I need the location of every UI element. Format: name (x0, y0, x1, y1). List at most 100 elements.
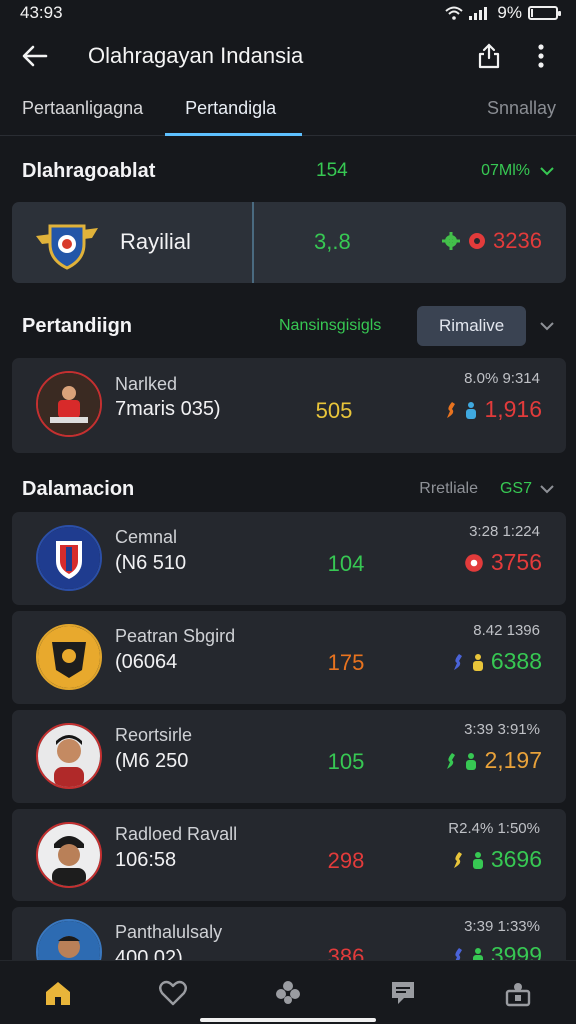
overview-title: Dlahragoablat (22, 159, 156, 182)
matches-header: Pertandiign Nansinsgisigls Rimalive (0, 305, 576, 347)
avatar (36, 525, 102, 591)
ranking-mid-value: 105 (327, 749, 365, 774)
ranking-sub: (06064 (115, 651, 178, 673)
avatar (36, 822, 102, 888)
match-mid-value: 505 (315, 398, 353, 423)
status-bar: 43:93 9% (0, 0, 576, 26)
ranking-right-group: 3756 (463, 549, 542, 576)
matches-title: Pertandiign (22, 314, 133, 337)
overview-header: Dlahragoablat 154 07Ml% (0, 151, 576, 191)
person-icon (466, 752, 477, 770)
ranking-right-group: 3696 (451, 846, 542, 873)
ranking-mid-value: 175 (327, 650, 365, 675)
overview-card[interactable]: Rayilial 3,.8 3236 (12, 202, 566, 283)
battery-icon (528, 6, 561, 20)
chat-icon[interactable] (386, 976, 420, 1010)
ranking-filter[interactable]: Rretliale GS7 (419, 480, 554, 498)
overview-card-name: Rayilial (120, 229, 191, 254)
ranking-filter-value: GS7 (499, 480, 532, 497)
more-vert-icon[interactable] (524, 39, 558, 73)
ranking-meta: 3:28 1:224 (469, 523, 540, 540)
ranking-name: Peatran Sbgird (115, 626, 236, 646)
heart-icon[interactable] (156, 976, 190, 1010)
overview-card-score: 3,.8 (314, 229, 351, 254)
tab-pertandigla[interactable]: Pertandigla (165, 90, 303, 136)
ranking-right-group: 6388 (451, 648, 542, 675)
overview-value: 154 (316, 160, 348, 181)
overview-card-stat-group: 3236 (441, 228, 542, 254)
match-card[interactable]: Narlked 7maris 035) 505 8.0% 9:314 1,916 (12, 358, 566, 453)
flame-icon (447, 752, 456, 769)
profile-icon[interactable] (501, 976, 535, 1010)
flame-icon (447, 401, 456, 418)
bottom-nav (0, 960, 576, 1024)
chevron-down-icon (540, 166, 554, 175)
home-icon[interactable] (41, 976, 75, 1010)
ranking-header: Dalamacion Rretliale GS7 (0, 469, 576, 509)
ranking-sub: 106:58 (115, 849, 177, 871)
app-bar: Olahragayan Indansia (0, 30, 576, 82)
chevron-down-icon[interactable] (540, 321, 554, 331)
gear-badge-icon (442, 232, 461, 250)
overview-filter-label: 07Ml% (481, 162, 530, 179)
match-meta: 8.0% 9:314 (464, 370, 540, 387)
battery-percent: 9% (497, 3, 522, 22)
ranking-sub: (M6 250 (115, 750, 189, 772)
ranking-right-value: 3696 (490, 846, 542, 872)
ball-badge-icon (469, 233, 486, 249)
ranking-right-value: 3756 (490, 549, 542, 575)
ranking-row[interactable]: Radloed Ravall 106:58 298 R2.4% 1:50% 36… (12, 809, 566, 901)
ranking-name: Panthalulsaly (115, 922, 223, 942)
ranking-meta: R2.4% 1:50% (448, 820, 540, 837)
share-icon[interactable] (472, 39, 506, 73)
ranking-name: Radloed Ravall (115, 824, 238, 844)
avatar (36, 624, 102, 690)
home-indicator (200, 1018, 376, 1022)
match-sub: 7maris 035) (115, 398, 221, 420)
team-shield-logo-icon (36, 224, 98, 270)
tab-pertaanligagna[interactable]: Pertaanligagna (0, 90, 165, 136)
ball-badge-icon (465, 553, 483, 572)
ranking-meta: 8.42 1396 (473, 622, 540, 639)
ranking-name: Cemnal (115, 527, 178, 547)
person-icon (472, 653, 483, 671)
ranking-mid-value: 104 (327, 551, 365, 576)
ranking-right-value: 2,197 (484, 747, 542, 773)
overview-card-stat: 3236 (493, 228, 542, 253)
avatar (36, 723, 102, 789)
rimalive-button[interactable]: Rimalive (417, 306, 527, 346)
avatar (36, 371, 102, 437)
ranking-row[interactable]: Reortsirle (M6 250 105 3:39 3:91% 2,197 (12, 710, 566, 803)
wifi-icon (445, 6, 464, 20)
app-title: Olahragayan Indansia (88, 43, 304, 68)
matches-filter-label[interactable]: Nansinsgisigls (279, 317, 381, 335)
tab-snnallay[interactable]: Snnallay (487, 90, 576, 119)
ranking-right-value: 6388 (490, 648, 542, 674)
ranking-meta: 3:39 1:33% (464, 918, 540, 935)
ranking-sub: (N6 510 (115, 552, 187, 574)
chevron-down-icon (540, 484, 554, 493)
ranking-title: Dalamacion (22, 477, 135, 500)
ranking-right-group: 2,197 (444, 747, 542, 774)
status-time: 43:93 (20, 3, 63, 22)
ranking-filter-label: Rretliale (419, 480, 478, 497)
ranking-row[interactable]: Peatran Sbgird (06064 175 8.42 1396 6388 (12, 611, 566, 704)
ranking-row[interactable]: Cemnal (N6 510 104 3:28 1:224 3756 (12, 512, 566, 605)
ranking-name: Reortsirle (115, 725, 193, 745)
ranking-mid-value: 298 (327, 848, 365, 873)
tab-bar: Pertaanligagna Pertandigla Snnallay (0, 90, 576, 136)
flame-icon (453, 653, 462, 670)
ranking-meta: 3:39 3:91% (464, 721, 540, 738)
flame-icon (453, 851, 462, 868)
back-arrow-icon[interactable] (18, 39, 52, 73)
match-right-value: 1,916 (484, 396, 542, 422)
battery-fill (531, 9, 534, 17)
match-name: Narlked (115, 374, 178, 394)
match-right-group: 1,916 (444, 396, 542, 423)
signal-icon (469, 7, 488, 20)
overview-filter[interactable]: 07Ml% (481, 162, 554, 180)
overview-card-divider (252, 202, 254, 283)
person-icon (466, 401, 477, 419)
status-icons: 9% (445, 3, 561, 23)
clover-icon[interactable] (271, 976, 305, 1010)
